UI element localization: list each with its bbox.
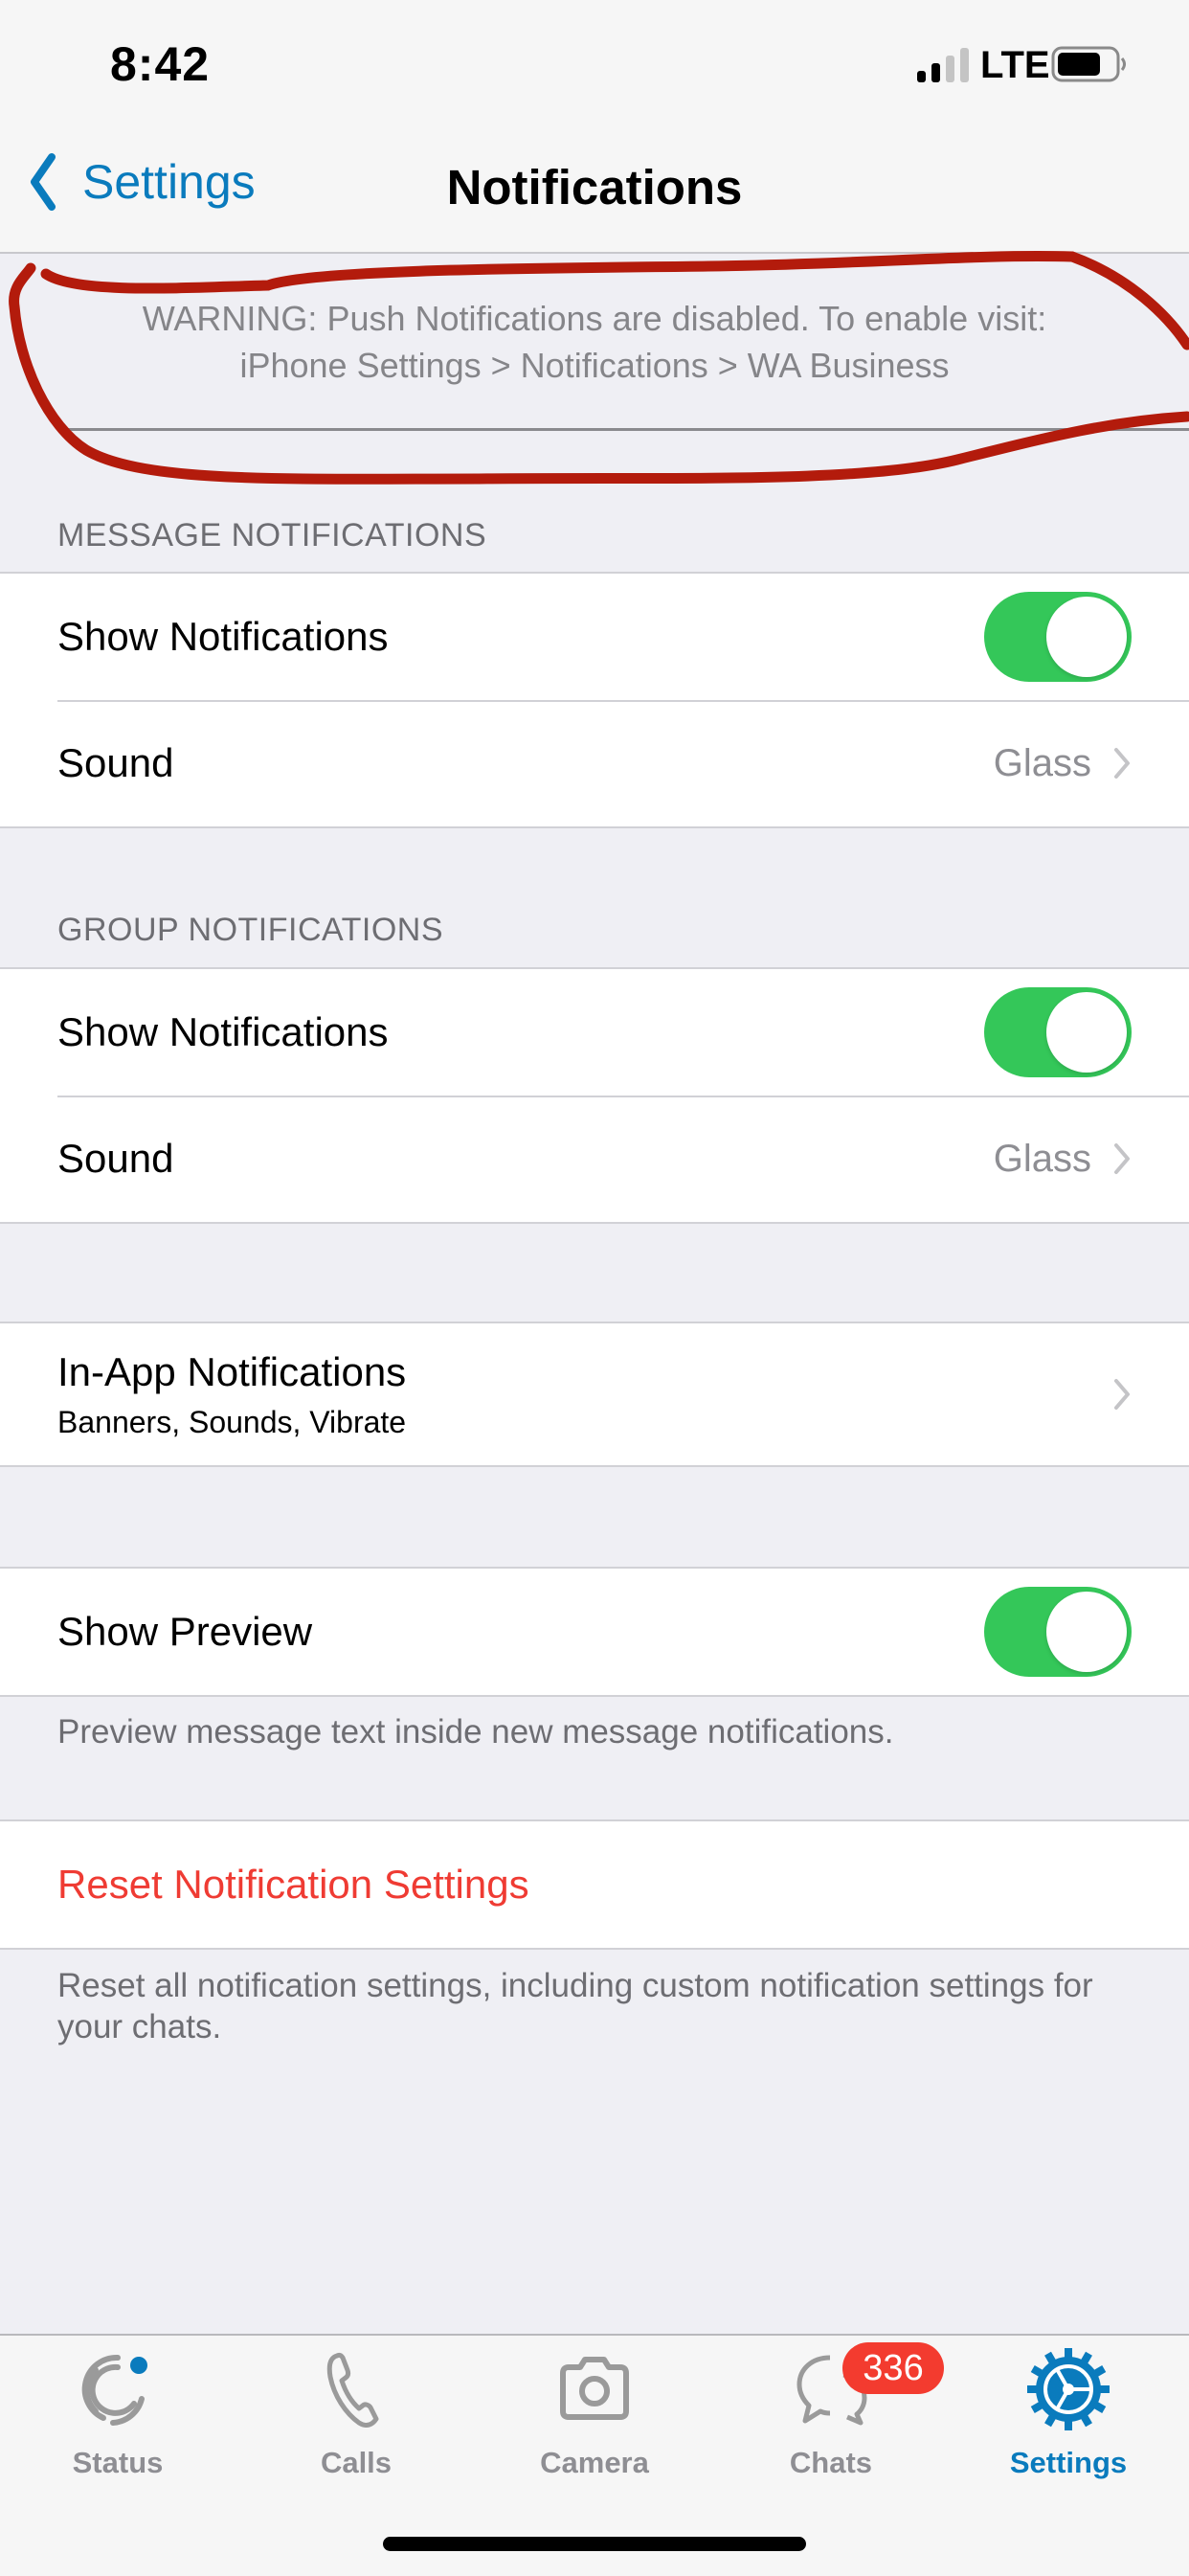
phone-icon: [326, 2352, 379, 2429]
group-show-notifications-toggle[interactable]: [984, 987, 1132, 1077]
reset-footer: Reset all notification settings, includi…: [57, 1967, 1093, 2045]
tab-camera[interactable]: Camera: [508, 2346, 681, 2480]
tab-label: Calls: [320, 2446, 393, 2479]
gear-icon: [1027, 2348, 1110, 2430]
in-app-subtitle: Banners, Sounds, Vibrate: [57, 1404, 407, 1439]
reset-notification-settings-button[interactable]: Reset Notification Settings: [0, 1821, 1189, 1948]
battery-icon: [1051, 46, 1126, 82]
show-preview-label: Show Preview: [57, 1609, 313, 1654]
toggle-knob: [1046, 597, 1127, 677]
home-indicator: [383, 2537, 806, 2551]
group-sound-row[interactable]: Sound Glass: [0, 1096, 1189, 1222]
group-sound-value: Glass: [993, 1137, 1091, 1180]
message-show-notifications-toggle[interactable]: [984, 592, 1132, 682]
in-app-notifications-row[interactable]: In-App Notifications Banners, Sounds, Vi…: [0, 1323, 1189, 1465]
group-sound-label: Sound: [57, 1136, 174, 1181]
warning-line-1: WARNING: Push Notifications are disabled…: [142, 299, 1047, 338]
warning-divider: [57, 428, 1189, 431]
chevron-right-icon: [1114, 1143, 1130, 1174]
chevron-right-icon: [1114, 1379, 1130, 1410]
tab-label: Status: [72, 2446, 164, 2479]
message-sound-row[interactable]: Sound Glass: [0, 700, 1189, 826]
tab-label: Camera: [540, 2446, 649, 2479]
toggle-knob: [1046, 992, 1127, 1073]
reset-label: Reset Notification Settings: [57, 1862, 529, 1907]
tab-label: Chats: [789, 2446, 873, 2479]
show-preview-row: Show Preview: [0, 1569, 1189, 1695]
show-preview-footer: Preview message text inside new message …: [57, 1713, 894, 1751]
show-preview-toggle[interactable]: [984, 1587, 1132, 1677]
group-notifications-group: Show Notifications Sound Glass: [0, 967, 1189, 1224]
reset-group: Reset Notification Settings: [0, 1819, 1189, 1950]
in-app-text: In-App Notifications Banners, Sounds, Vi…: [57, 1349, 1112, 1440]
message-notifications-header: MESSAGE NOTIFICATIONS: [57, 517, 487, 554]
page-title: Notifications: [446, 160, 743, 215]
group-show-notifications-label: Show Notifications: [57, 1009, 389, 1054]
in-app-notifications-group: In-App Notifications Banners, Sounds, Vi…: [0, 1322, 1189, 1467]
status-icon: [81, 2354, 147, 2426]
tab-calls[interactable]: Calls: [270, 2346, 442, 2480]
signal-icon: [917, 48, 969, 82]
message-notifications-group: Show Notifications Sound Glass: [0, 572, 1189, 828]
tab-status[interactable]: Status: [32, 2346, 204, 2480]
message-show-notifications-row: Show Notifications: [0, 574, 1189, 700]
group-notifications-header: GROUP NOTIFICATIONS: [57, 912, 444, 948]
camera-icon: [560, 2357, 629, 2420]
in-app-title: In-App Notifications: [57, 1348, 407, 1394]
message-sound-value: Glass: [993, 741, 1091, 784]
chevron-right-icon: [1114, 748, 1130, 779]
status-time: 8:42: [110, 37, 211, 91]
push-warning: WARNING: Push Notifications are disabled…: [0, 295, 1189, 389]
show-preview-group: Show Preview: [0, 1567, 1189, 1697]
message-sound-label: Sound: [57, 740, 174, 785]
message-show-notifications-label: Show Notifications: [57, 614, 389, 659]
unread-badge: 336: [842, 2342, 944, 2394]
network-type: LTE: [980, 44, 1050, 86]
tab-settings[interactable]: Settings: [982, 2346, 1155, 2480]
warning-line-2: iPhone Settings > Notifications > WA Bus…: [239, 346, 950, 385]
group-show-notifications-row: Show Notifications: [0, 969, 1189, 1096]
toggle-knob: [1046, 1592, 1127, 1672]
tab-label: Settings: [1009, 2446, 1128, 2479]
